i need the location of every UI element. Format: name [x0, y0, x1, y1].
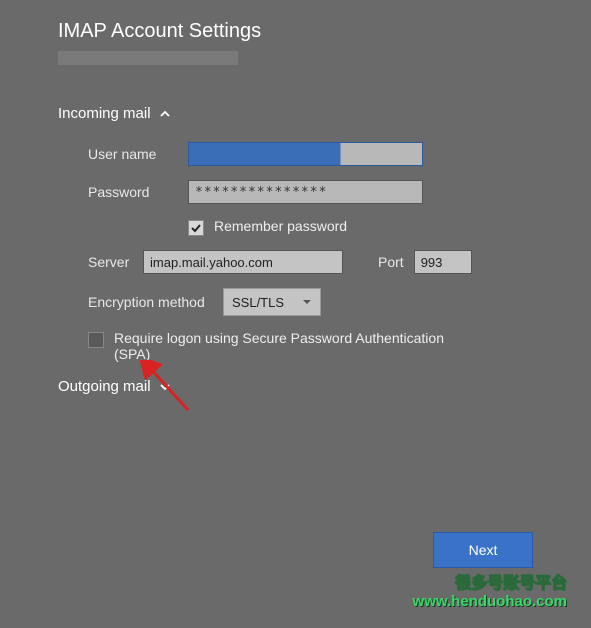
port-input[interactable] [414, 250, 472, 274]
encryption-label: Encryption method [88, 294, 223, 310]
username-input[interactable] [188, 142, 423, 166]
incoming-section: User name Password Remember password Ser… [58, 142, 533, 362]
spa-label: Require logon using Secure Password Auth… [114, 330, 454, 362]
spa-checkbox[interactable] [88, 332, 104, 348]
incoming-mail-label: Incoming mail [58, 105, 151, 122]
remember-password-checkbox[interactable] [188, 220, 204, 236]
password-label: Password [88, 184, 188, 200]
watermark-line2: www.henduohao.com [413, 593, 567, 610]
chevron-down-icon [159, 381, 171, 393]
encryption-value: SSL/TLS [232, 295, 284, 310]
server-label: Server [88, 254, 143, 270]
watermark: 很多号账号平台 www.henduohao.com [413, 569, 567, 610]
next-button-label: Next [469, 542, 498, 558]
dropdown-arrow-icon [302, 295, 312, 310]
subtitle-redacted [58, 51, 238, 65]
username-label: User name [88, 146, 188, 162]
server-input[interactable] [143, 250, 343, 274]
watermark-line1: 很多号账号平台 [413, 569, 567, 593]
chevron-up-icon [159, 108, 171, 120]
port-label: Port [378, 254, 404, 270]
incoming-mail-toggle[interactable]: Incoming mail [58, 105, 533, 122]
encryption-select[interactable]: SSL/TLS [223, 288, 321, 316]
outgoing-mail-toggle[interactable]: Outgoing mail [58, 378, 533, 395]
outgoing-mail-label: Outgoing mail [58, 378, 151, 395]
remember-password-label: Remember password [214, 218, 347, 234]
page-title: IMAP Account Settings [58, 20, 533, 43]
next-button[interactable]: Next [433, 532, 533, 568]
password-input[interactable] [188, 180, 423, 204]
